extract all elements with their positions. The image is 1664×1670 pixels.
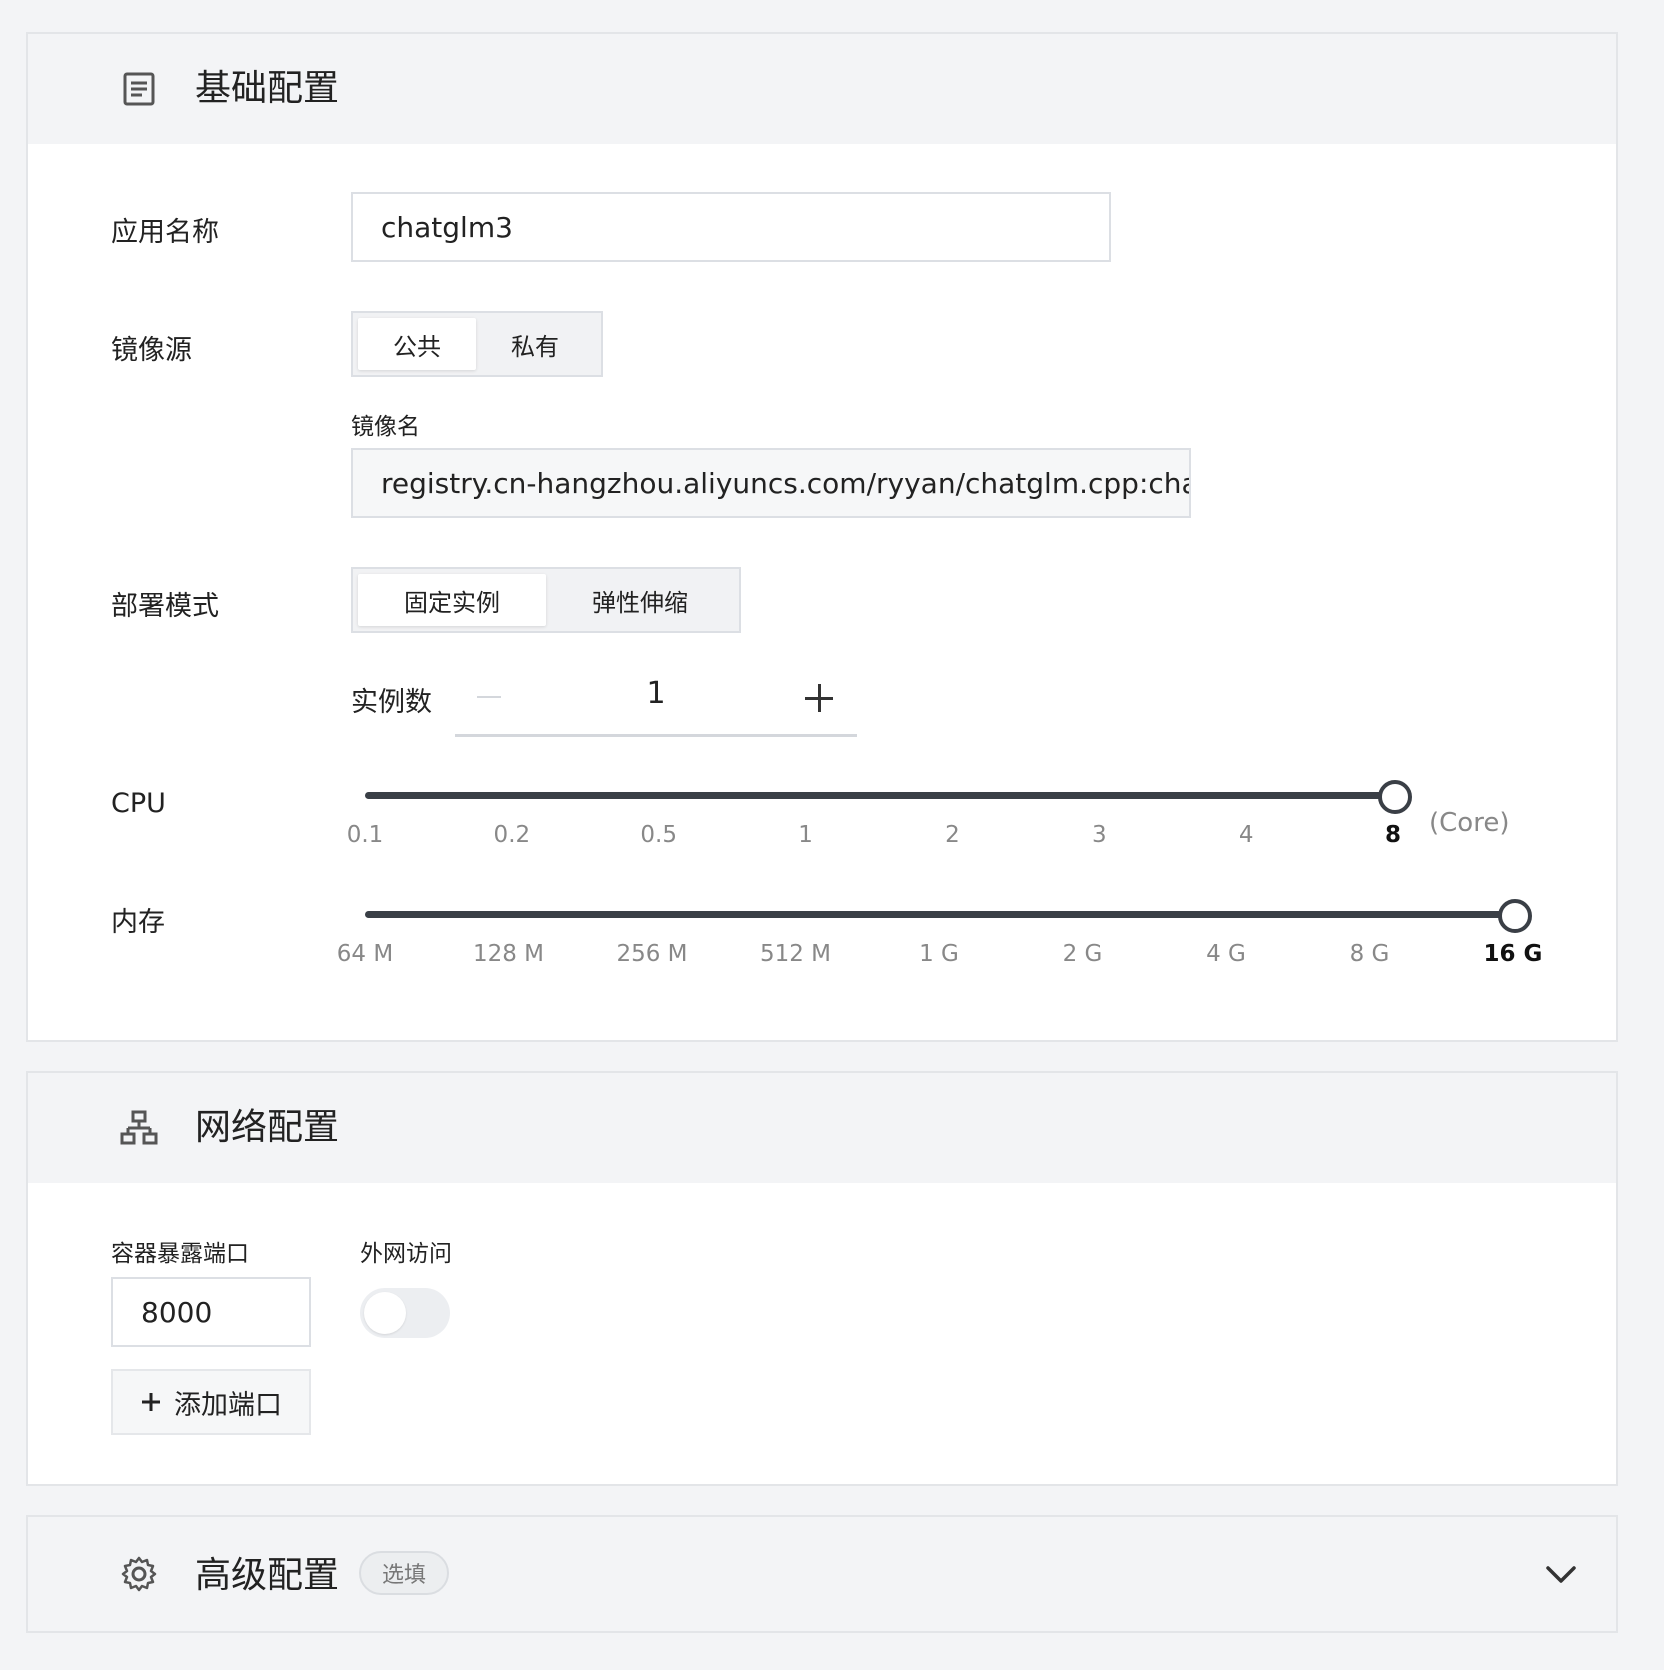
cpu-tick[interactable]: 0.2 — [494, 822, 531, 848]
instance-count-value[interactable]: 1 — [455, 676, 857, 711]
deploy-mode-autoscale[interactable]: 弹性伸缩 — [546, 574, 734, 626]
app-name-input[interactable]: chatglm3 — [351, 192, 1111, 262]
cpu-tick[interactable]: 2 — [945, 822, 960, 848]
instance-count-label: 实例数 — [351, 687, 432, 718]
deploy-mode-segmented: 固定实例 弹性伸缩 — [351, 567, 741, 633]
memory-tick[interactable]: 512 M — [760, 941, 831, 967]
cpu-tick[interactable]: 1 — [798, 822, 813, 848]
memory-tick[interactable]: 16 G — [1484, 941, 1543, 967]
network-icon — [120, 1110, 158, 1145]
memory-tick[interactable]: 128 M — [473, 941, 544, 967]
app-name-label: 应用名称 — [111, 217, 219, 248]
public-access-label: 外网访问 — [360, 1241, 452, 1267]
memory-slider-track[interactable] — [365, 911, 1513, 918]
chevron-down-icon[interactable] — [1546, 1565, 1576, 1585]
network-config-title: 网络配置 — [195, 1107, 340, 1148]
optional-badge: 选填 — [359, 1551, 449, 1595]
advanced-config-title: 高级配置 — [195, 1555, 340, 1596]
cpu-tick[interactable]: 8 — [1385, 822, 1401, 848]
cpu-slider-thumb[interactable] — [1378, 780, 1412, 814]
cpu-tick[interactable]: 0.1 — [347, 822, 384, 848]
cpu-slider-track[interactable] — [365, 792, 1393, 799]
cpu-unit: (Core) — [1429, 808, 1510, 838]
memory-tick[interactable]: 2 G — [1063, 941, 1103, 967]
image-source-private[interactable]: 私有 — [476, 318, 594, 370]
memory-label: 内存 — [111, 907, 165, 938]
network-config-header: 网络配置 — [28, 1073, 1616, 1183]
document-icon — [123, 72, 155, 106]
memory-tick[interactable]: 4 G — [1206, 941, 1246, 967]
memory-slider-thumb[interactable] — [1498, 899, 1532, 933]
memory-tick[interactable]: 256 M — [616, 941, 687, 967]
add-port-button[interactable]: 添加端口 — [111, 1369, 311, 1435]
cpu-tick[interactable]: 0.5 — [640, 822, 677, 848]
memory-tick[interactable]: 1 G — [919, 941, 959, 967]
basic-config-title: 基础配置 — [195, 68, 340, 109]
port-input[interactable]: 8000 — [111, 1277, 311, 1347]
memory-tick[interactable]: 64 M — [337, 941, 393, 967]
deploy-mode-label: 部署模式 — [111, 591, 219, 622]
deploy-mode-fixed[interactable]: 固定实例 — [358, 574, 546, 626]
port-label: 容器暴露端口 — [111, 1241, 249, 1267]
basic-config-header: 基础配置 — [28, 34, 1616, 144]
image-source-public[interactable]: 公共 — [358, 318, 476, 370]
add-port-label: 添加端口 — [174, 1389, 282, 1421]
cpu-label: CPU — [111, 788, 166, 819]
increment-button[interactable] — [805, 684, 833, 712]
gear-icon — [121, 1556, 157, 1592]
basic-config-card: 基础配置 — [26, 32, 1618, 1042]
image-source-label: 镜像源 — [111, 335, 192, 366]
image-name-label: 镜像名 — [351, 414, 420, 440]
public-access-toggle[interactable] — [360, 1288, 450, 1338]
plus-icon — [142, 1393, 160, 1411]
toggle-knob — [364, 1292, 406, 1334]
cpu-tick[interactable]: 3 — [1092, 822, 1107, 848]
image-source-segmented: 公共 私有 — [351, 311, 603, 377]
image-name-input[interactable]: registry.cn-hangzhou.aliyuncs.com/ryyan/… — [351, 448, 1191, 518]
advanced-config-header[interactable]: 高级配置 — [28, 1517, 1616, 1631]
memory-tick[interactable]: 8 G — [1350, 941, 1390, 967]
instance-count-stepper: 1 — [455, 662, 857, 737]
cpu-tick[interactable]: 4 — [1239, 822, 1254, 848]
advanced-config-card[interactable]: 高级配置 — [26, 1515, 1618, 1633]
